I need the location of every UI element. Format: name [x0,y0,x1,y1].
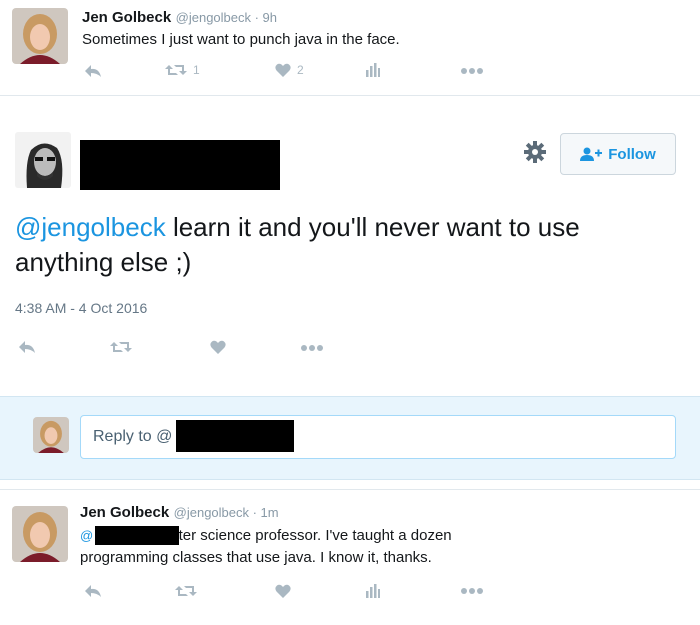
avatar [33,417,69,453]
tweet-bottom[interactable]: Jen Golbeck @jengolbeck · 1m @ I'm a com… [0,490,700,625]
like-button[interactable] [210,340,226,354]
tweet-text: @jengolbeck learn it and you'll never wa… [15,210,655,280]
tweet-timestamp[interactable]: 4:38 AM - 4 Oct 2016 [15,300,147,316]
user-handle[interactable]: @jengolbeck · 1m [174,505,279,520]
avatar[interactable] [15,132,71,188]
follow-button[interactable]: Follow [560,133,676,175]
tweet-header: Jen Golbeck @jengolbeck · 9h [82,9,277,27]
avatar-image [15,132,71,188]
retweet-icon [175,586,197,596]
gear-icon [524,141,546,163]
retweet-button[interactable] [110,340,132,354]
analytics-button[interactable] [366,63,380,77]
analytics-icon [366,584,380,598]
reply-button[interactable] [84,584,102,598]
reply-icon [85,585,101,597]
main-tweet: Follow @jengolbeck learn it and you'll n… [0,96,700,396]
add-user-icon [580,147,603,161]
reply-input[interactable]: Reply to @ [80,415,676,459]
reply-icon [19,341,35,353]
more-dots-icon [301,345,323,351]
avatar[interactable] [12,8,68,64]
tweet-top[interactable]: Jen Golbeck @jengolbeck · 9h Sometimes I… [0,0,700,96]
mention-link[interactable]: @jengolbeck [15,212,166,242]
user-name[interactable]: Jen Golbeck [82,9,171,26]
retweet-count: 1 [193,63,200,77]
analytics-button[interactable] [366,584,380,598]
like-button[interactable]: 2 [275,63,304,77]
retweet-button[interactable]: 1 [165,63,200,77]
like-button[interactable] [275,584,291,598]
retweet-button[interactable] [175,584,197,598]
heart-icon [275,63,291,77]
avatar-image [12,506,68,562]
tweet-text-line2: programming classes that use java. I kno… [80,549,432,566]
more-dots-icon [461,68,483,74]
user-name[interactable]: Jen Golbeck [80,504,169,521]
reply-placeholder: Reply to @ [93,428,173,445]
more-button[interactable] [461,68,483,74]
reply-icon [85,65,101,77]
more-button[interactable] [301,345,323,351]
settings-button[interactable] [524,141,546,168]
tweet-header: Jen Golbeck @jengolbeck · 1m [80,504,279,522]
redacted-username [80,140,280,190]
analytics-icon [366,63,380,77]
heart-icon [275,584,291,598]
reply-button[interactable] [84,64,102,78]
redacted-handle [176,420,294,452]
more-dots-icon [461,588,483,594]
tweet-text: Sometimes I just want to punch java in t… [82,31,400,48]
reply-area: Reply to @ [0,396,700,480]
redacted-handle [95,526,179,545]
user-handle[interactable]: @jengolbeck · 9h [176,10,277,25]
more-button[interactable] [461,588,483,594]
reply-button[interactable] [18,340,36,354]
avatar[interactable] [12,506,68,562]
like-count: 2 [297,63,304,77]
heart-icon [210,340,226,354]
mention-prefix[interactable]: @ [80,528,93,543]
avatar-image [12,8,68,64]
avatar-image [33,417,69,453]
follow-label: Follow [608,145,656,163]
retweet-icon [165,65,187,75]
divider [0,480,700,490]
retweet-icon [110,342,132,352]
